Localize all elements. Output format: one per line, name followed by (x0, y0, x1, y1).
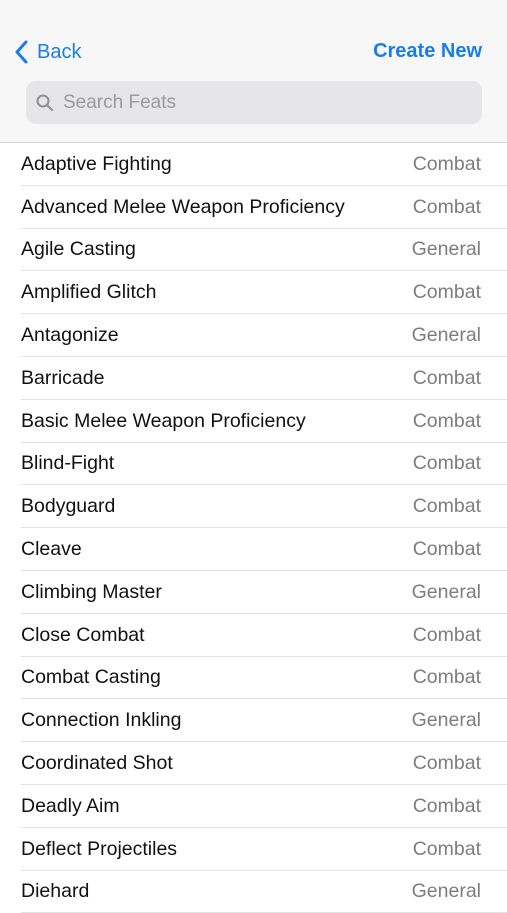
feat-name: Adaptive Fighting (21, 152, 172, 175)
feat-row[interactable]: Close Combat Combat (0, 614, 507, 657)
feat-type: General (411, 238, 481, 261)
feat-type: Combat (412, 837, 481, 860)
feat-row[interactable]: Adaptive Fighting Combat (0, 143, 507, 186)
feat-name: Combat Casting (21, 666, 161, 689)
feat-name: Barricade (21, 366, 105, 389)
create-new-button[interactable]: Create New (373, 40, 482, 63)
feat-name: Deadly Aim (21, 794, 120, 817)
feat-row[interactable]: Basic Melee Weapon Proficiency Combat (0, 400, 507, 443)
feat-name: Antagonize (21, 324, 119, 347)
feat-type: Combat (412, 281, 481, 304)
feat-row[interactable]: Barricade Combat (0, 357, 507, 400)
feat-type: Combat (412, 666, 481, 689)
navigation-header: Back Create New (0, 0, 507, 143)
feat-name: Climbing Master (21, 580, 162, 603)
feat-type: Combat (412, 538, 481, 561)
feat-row[interactable]: Coordinated Shot Combat (0, 742, 507, 785)
feat-row[interactable]: Antagonize General (0, 314, 507, 357)
feat-row[interactable]: Climbing Master General (0, 571, 507, 614)
feat-list: Adaptive Fighting Combat Advanced Melee We… (0, 143, 507, 913)
feat-row[interactable]: Combat Casting Combat (0, 657, 507, 700)
feat-type: Combat (412, 794, 481, 817)
feat-row[interactable]: Connection Inkling General (0, 699, 507, 742)
feat-name: Agile Casting (21, 238, 136, 261)
feat-type: Combat (412, 623, 481, 646)
feat-name: Basic Melee Weapon Proficiency (21, 409, 306, 432)
search-icon (35, 93, 55, 113)
feat-row[interactable]: Amplified Glitch Combat (0, 271, 507, 314)
feat-row[interactable]: Diehard General (0, 871, 507, 913)
feat-type: Combat (412, 752, 481, 775)
feat-type: Combat (412, 195, 481, 218)
feat-row[interactable]: Advanced Melee Weapon Proficiency Combat (0, 186, 507, 229)
back-button[interactable]: Back (14, 37, 81, 67)
feat-name: Coordinated Shot (21, 752, 173, 775)
feat-name: Close Combat (21, 623, 145, 646)
feat-row[interactable]: Bodyguard Combat (0, 485, 507, 528)
search-bar[interactable] (26, 81, 482, 124)
feat-type: General (411, 580, 481, 603)
feat-row[interactable]: Deadly Aim Combat (0, 785, 507, 828)
feat-type: Combat (412, 152, 481, 175)
feat-name: Bodyguard (21, 495, 116, 518)
feat-row[interactable]: Blind-Fight Combat (0, 443, 507, 486)
feat-row[interactable]: Cleave Combat (0, 528, 507, 571)
feat-name: Connection Inkling (21, 709, 182, 732)
feat-type: General (411, 324, 481, 347)
back-label: Back (37, 40, 82, 63)
feat-type: Combat (412, 452, 481, 475)
feat-name: Deflect Projectiles (21, 837, 178, 860)
feat-name: Advanced Melee Weapon Proficiency (21, 195, 345, 218)
feat-name: Cleave (21, 538, 82, 561)
feat-name: Amplified Glitch (21, 281, 157, 304)
feat-type: Combat (412, 409, 481, 432)
feat-row[interactable]: Agile Casting General (0, 229, 507, 272)
feat-type: Combat (412, 366, 481, 389)
feat-row[interactable]: Deflect Projectiles Combat (0, 828, 507, 871)
search-input[interactable] (61, 90, 465, 115)
feat-type: General (411, 709, 481, 732)
chevron-left-icon (14, 37, 34, 67)
feat-type: Combat (412, 495, 481, 518)
feat-name: Blind-Fight (21, 452, 115, 475)
